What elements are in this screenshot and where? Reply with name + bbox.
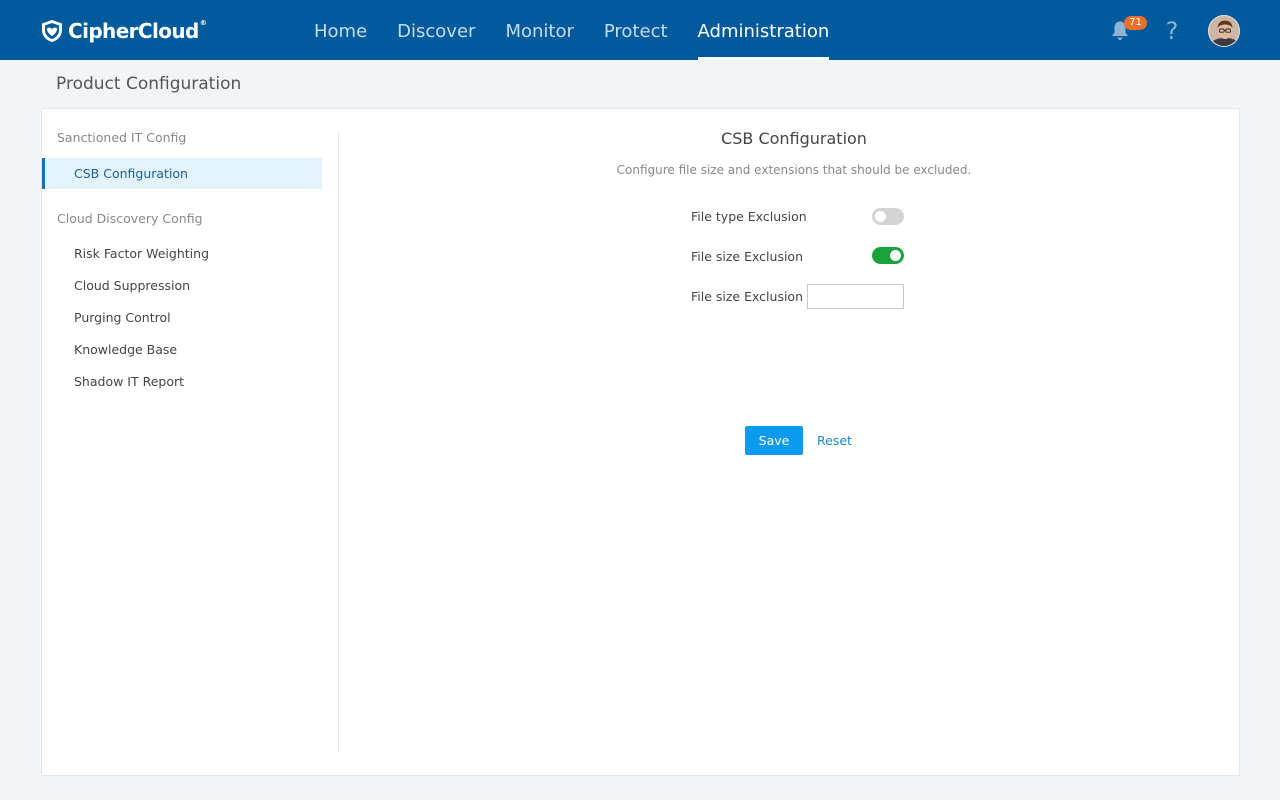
shield-logo-icon: [42, 20, 62, 42]
nav-discover[interactable]: Discover: [382, 0, 490, 60]
section-subtitle: Configure file size and extensions that …: [616, 163, 972, 177]
nav-monitor[interactable]: Monitor: [490, 0, 588, 60]
file-type-exclusion-toggle[interactable]: [872, 208, 904, 225]
sidebar-item-cloud-suppression[interactable]: Cloud Suppression: [42, 270, 322, 301]
top-navigation-bar: CipherCloud® Home Discover Monitor Prote…: [0, 0, 1280, 60]
file-size-exclusion-toggle[interactable]: [872, 247, 904, 264]
nav-protect[interactable]: Protect: [589, 0, 683, 60]
avatar-image: [1209, 16, 1239, 46]
nav-administration[interactable]: Administration: [683, 0, 845, 60]
toggle-knob: [875, 211, 886, 222]
nav-home[interactable]: Home: [299, 0, 382, 60]
notification-count-badge: 71: [1124, 16, 1147, 30]
sidebar-item-shadow-it-report[interactable]: Shadow IT Report: [42, 366, 322, 397]
page-title: Product Configuration: [56, 74, 242, 94]
question-mark-icon[interactable]: ?: [1160, 16, 1184, 46]
reset-button[interactable]: Reset: [812, 426, 857, 455]
sidebar-item-risk-factor-weighting[interactable]: Risk Factor Weighting: [42, 238, 322, 269]
sidebar-divider: [338, 132, 339, 752]
brand-logo[interactable]: CipherCloud®: [40, 18, 207, 44]
sidebar-group-sanctioned-it: Sanctioned IT Config: [57, 130, 187, 145]
main-nav: Home Discover Monitor Protect Administra…: [299, 0, 844, 60]
sidebar-item-csb-configuration[interactable]: CSB Configuration: [42, 158, 322, 189]
sidebar-item-purging-control[interactable]: Purging Control: [42, 302, 322, 333]
toggle-knob: [890, 250, 901, 261]
brand-name: CipherCloud®: [68, 19, 207, 43]
save-button[interactable]: Save: [745, 426, 803, 455]
section-title: CSB Configuration: [721, 129, 867, 148]
file-size-exclusion-label: File size Exclusion: [691, 249, 803, 264]
configuration-card: Sanctioned IT Config CSB Configuration C…: [41, 108, 1240, 776]
file-size-exclusion-input-label: File size Exclusion: [691, 289, 803, 304]
sidebar-item-knowledge-base[interactable]: Knowledge Base: [42, 334, 322, 365]
file-size-exclusion-input[interactable]: [807, 284, 904, 309]
user-avatar[interactable]: [1208, 15, 1240, 47]
sidebar-group-cloud-discovery: Cloud Discovery Config: [57, 211, 203, 226]
file-type-exclusion-label: File type Exclusion: [691, 209, 807, 224]
